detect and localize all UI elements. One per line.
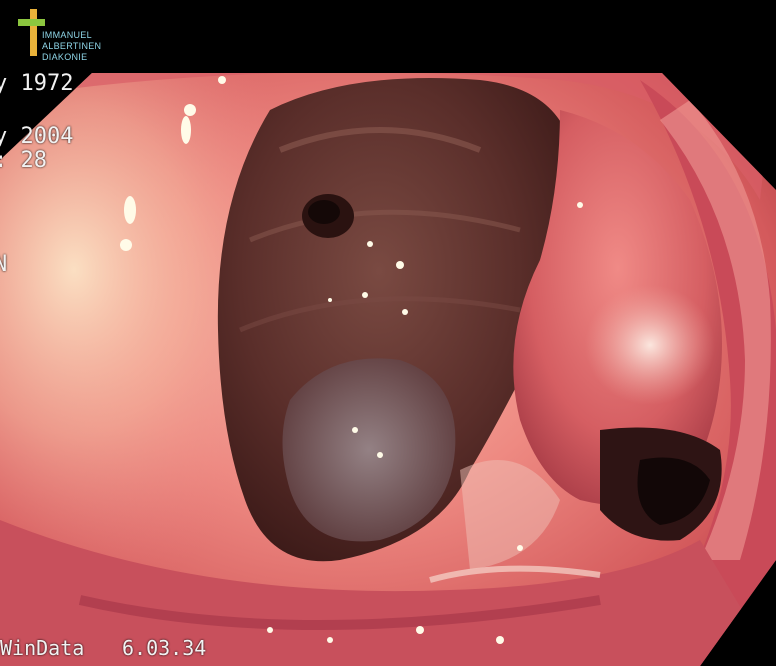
hospital-logo: IMMANUEL ALBERTINEN DIAKONIE xyxy=(14,8,124,68)
footer-timestamp: 6.03.34 xyxy=(122,636,207,660)
marker-text: N xyxy=(0,252,8,277)
time-text: : 28 xyxy=(0,148,47,173)
exam-date-text: y 2004 xyxy=(0,124,74,149)
endoscopic-view xyxy=(0,73,776,666)
software-label: WinData xyxy=(0,636,85,660)
logo-line-1: IMMANUEL xyxy=(42,30,92,40)
birth-date-text: y 1972 xyxy=(0,71,74,96)
endoscopy-image xyxy=(0,0,776,666)
logo-line-2: ALBERTINEN xyxy=(42,41,102,51)
logo-line-3: DIAKONIE xyxy=(42,52,88,62)
white-lesion xyxy=(585,285,715,405)
